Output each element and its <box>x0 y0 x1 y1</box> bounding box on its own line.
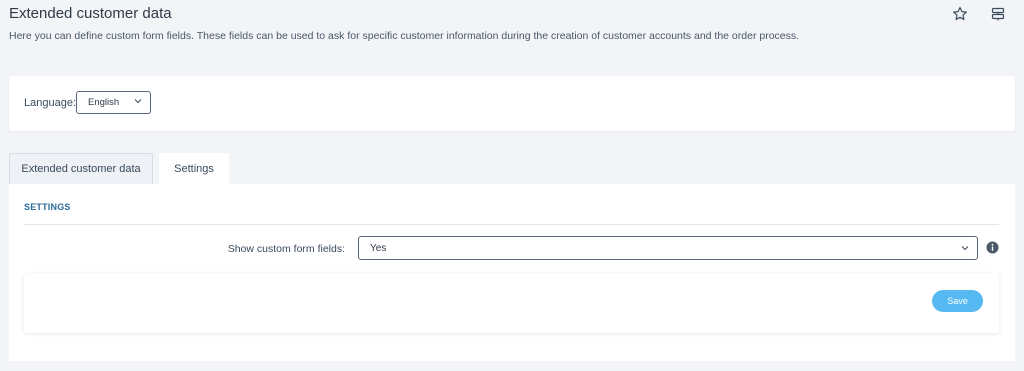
tab-settings[interactable]: Settings <box>159 153 229 184</box>
tab-bar: Extended customer data Settings <box>9 153 229 184</box>
language-select[interactable]: English <box>76 91 151 114</box>
page-description: Here you can define custom form fields. … <box>9 30 800 42</box>
save-card: Save <box>24 273 999 333</box>
section-title: SETTINGS <box>24 202 71 212</box>
settings-sliders-icon[interactable] <box>990 6 1006 22</box>
tab-extended-customer-data[interactable]: Extended customer data <box>9 153 153 184</box>
page-title: Extended customer data <box>9 5 172 22</box>
info-icon[interactable] <box>986 241 999 254</box>
save-button[interactable]: Save <box>932 290 983 312</box>
show-custom-fields-select[interactable]: Yes <box>358 236 978 260</box>
show-custom-fields-value: Yes <box>370 243 387 254</box>
header-actions <box>952 6 1006 22</box>
star-icon[interactable] <box>952 6 968 22</box>
chevron-down-icon <box>134 99 142 104</box>
chevron-down-icon <box>961 246 969 251</box>
language-panel: Language: English <box>9 76 1015 131</box>
language-select-value: English <box>88 97 120 108</box>
divider <box>24 224 999 225</box>
settings-panel: SETTINGS Show custom form fields: Yes Sa… <box>9 184 1015 361</box>
language-label: Language: <box>24 97 76 109</box>
show-custom-fields-label: Show custom form fields: <box>227 243 345 255</box>
